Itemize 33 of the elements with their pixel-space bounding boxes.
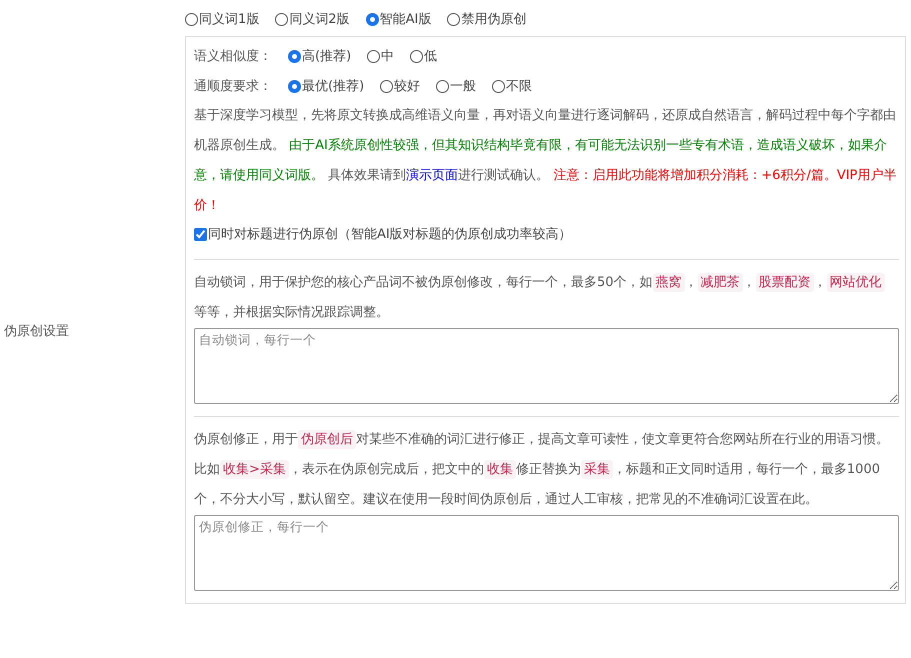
option-label: 智能AI版 <box>380 11 432 28</box>
option-label: 最优(推荐) <box>302 78 364 95</box>
setting-label: 通顺度要求： <box>194 78 272 95</box>
description-text: 基于深度学习模型，先将原文转换成高维语义向量，再对语义向量进行逐词解码，还原成自然语言，解码过程中每个字都由机器原创生成。 由于AI系统原创性较强，但其知识结构毕竟有限，有可能无法识别一些专有术语，造成语义破坏，如果介意，请使用同义词版。 具体效果请到演示页面进行测试确认。 注意：启用此功能将增加积分消耗：+6积分/篇。VIP用户半价！ <box>194 107 898 215</box>
radio-button[interactable] <box>492 80 506 92</box>
radio-button[interactable] <box>366 12 379 26</box>
radio-button[interactable] <box>436 80 450 92</box>
setting-label: 语义相似度： <box>194 48 272 65</box>
option-label: 中 <box>381 48 394 65</box>
option-label: 高(推荐) <box>302 48 352 65</box>
radio-button[interactable] <box>288 80 301 92</box>
option-label: 同义词2版 <box>289 11 350 28</box>
radio-button[interactable] <box>380 80 394 92</box>
lock-words-text: 自动锁词，用于保护您的核心产品词不被伪原创修改，每行一个，最多50个，如 燕窝 ， 减肥茶 ， 股票配资 ， 网站优化 等等，并根据实际情况跟踪调整。 <box>194 268 899 328</box>
section-label: 伪原创设置 <box>3 323 69 340</box>
correction-text: 伪原创修正，用于 伪原创后 对某些不准确的词汇进行修正，提高文章可读性，使文章更符合您网站所在行业的用语习惯。比如 收集>采集 ，表示在伪原创完成后，把文中的 收集 修正替换为 采集 ，标题和正文同时适用，每行一个，最多1000个，不分大小写，默认留空。建议在使用一段时间伪原创后，通过人工审核，把常见的不准确词汇设置在此。 <box>194 429 890 509</box>
radio-button[interactable] <box>367 50 380 62</box>
option-label: 低 <box>424 48 438 65</box>
option-label: 一般 <box>450 78 476 95</box>
option-label: 不限 <box>506 78 532 95</box>
demo-link[interactable]: 演示页面 <box>406 168 458 183</box>
radio-button[interactable] <box>185 12 198 26</box>
correction-field[interactable]: 伪原创修正，每行一个 <box>194 515 899 591</box>
checkbox[interactable] <box>194 228 207 240</box>
option-label: 同义词1版 <box>199 11 260 28</box>
lock-words-field[interactable]: 自动锁词，每行一个 <box>194 328 899 404</box>
checkbox-label: 同时对标题进行伪原创（智能AI版对标题的伪原创成功率较高） <box>208 226 572 243</box>
radio-button[interactable] <box>288 50 301 62</box>
option-label: 禁用伪原创 <box>461 11 526 28</box>
radio-button[interactable] <box>447 12 460 26</box>
option-label: 较好 <box>394 78 420 95</box>
radio-button[interactable] <box>410 50 424 62</box>
radio-button[interactable] <box>275 12 288 26</box>
